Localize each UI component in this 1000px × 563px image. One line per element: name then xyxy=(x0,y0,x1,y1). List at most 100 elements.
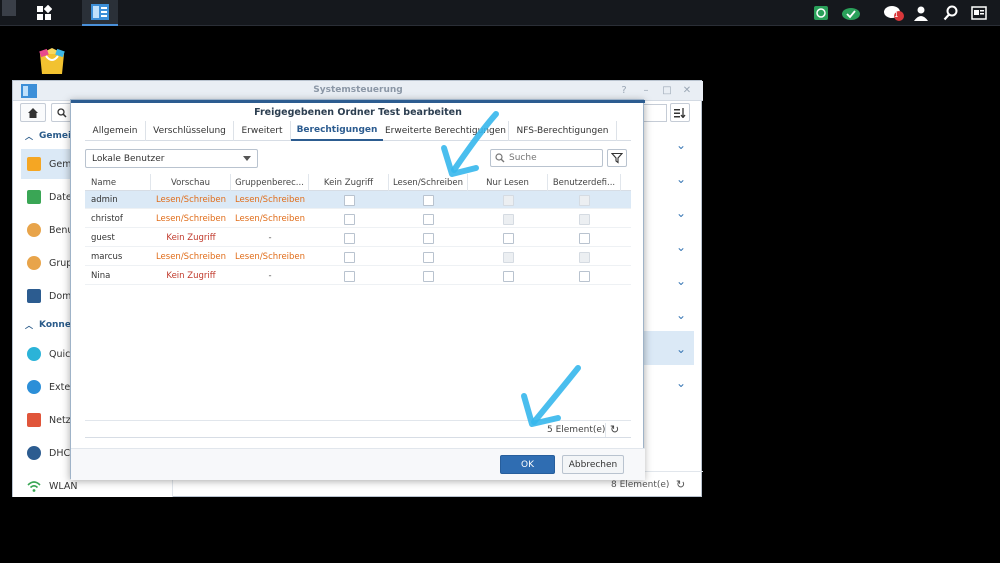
user-icon[interactable] xyxy=(912,4,930,22)
group-permission: - xyxy=(268,271,272,281)
home-icon xyxy=(28,107,38,118)
column-header-read-write[interactable]: Lesen/Schreiben xyxy=(389,174,468,191)
custom-checkbox xyxy=(579,213,590,225)
no-access-checkbox[interactable] xyxy=(343,270,355,282)
table-row[interactable]: guest Kein Zugriff - xyxy=(85,229,631,247)
no-access-checkbox[interactable] xyxy=(343,213,355,225)
cancel-button[interactable]: Abbrechen xyxy=(562,455,624,474)
dhcp-icon xyxy=(27,446,41,460)
edit-shared-folder-dialog: Freigegebenen Ordner Test bearbeiten All… xyxy=(70,99,645,480)
table-header: Name Vorschau Gruppenberec... Kein Zugri… xyxy=(85,174,631,191)
search-icon[interactable] xyxy=(942,4,960,22)
user-name: christof xyxy=(91,214,123,224)
read-write-checkbox[interactable] xyxy=(423,251,434,263)
column-header-read-only[interactable]: Nur Lesen xyxy=(468,174,548,191)
control-panel-icon xyxy=(91,4,109,20)
refresh-icon[interactable]: ↻ xyxy=(605,423,619,437)
preview-permission: Lesen/Schreiben xyxy=(155,252,227,262)
read-write-checkbox[interactable] xyxy=(423,270,434,282)
permissions-table: Name Vorschau Gruppenberec... Kein Zugri… xyxy=(85,174,631,438)
chevron-down-icon[interactable]: ⌄ xyxy=(676,308,690,322)
tab-permissions[interactable]: Berechtigungen xyxy=(291,121,383,141)
custom-checkbox[interactable] xyxy=(579,232,590,244)
group-permission: Lesen/Schreiben xyxy=(234,252,306,262)
chevron-down-icon[interactable]: ⌄ xyxy=(676,342,690,356)
chevron-down-icon[interactable]: ⌄ xyxy=(676,138,690,152)
help-icon[interactable]: ? xyxy=(618,85,630,97)
sort-button[interactable] xyxy=(670,103,690,122)
cloud-sync-icon[interactable] xyxy=(840,4,862,22)
close-icon[interactable]: ✕ xyxy=(681,85,693,97)
table-row[interactable]: christof Lesen/Schreiben Lesen/Schreiben xyxy=(85,210,631,228)
tab-encryption[interactable]: Verschlüsselung xyxy=(146,121,234,141)
share-icon xyxy=(27,157,41,171)
user-name: Nina xyxy=(91,271,111,281)
table-row[interactable]: Nina Kein Zugriff - xyxy=(85,267,631,285)
taskbar: 1 xyxy=(0,0,1000,26)
search-field[interactable] xyxy=(490,149,603,167)
domain-icon xyxy=(27,289,41,303)
network-icon xyxy=(27,413,41,427)
control-panel-titlebar[interactable]: Systemsteuerung ? – □ ✕ xyxy=(13,81,703,101)
show-desktop-icon[interactable] xyxy=(2,0,16,16)
search-icon xyxy=(495,153,505,163)
tab-advanced[interactable]: Erweitert xyxy=(234,121,291,141)
chevron-down-icon[interactable]: ⌄ xyxy=(676,376,690,390)
dialog-tabs: Allgemein Verschlüsselung Erweitert Bere… xyxy=(85,121,631,141)
file-services-icon xyxy=(27,190,41,204)
table-row[interactable]: admin Lesen/Schreiben Lesen/Schreiben xyxy=(85,191,631,209)
panel-filter-input[interactable] xyxy=(643,104,667,122)
maximize-icon[interactable]: □ xyxy=(661,85,673,97)
notifications-icon[interactable]: 1 xyxy=(882,4,906,22)
read-only-checkbox[interactable] xyxy=(502,270,514,282)
read-only-checkbox xyxy=(502,213,514,225)
chevron-down-icon[interactable]: ⌄ xyxy=(676,206,690,220)
main-menu-button[interactable] xyxy=(28,0,60,26)
group-permission: Lesen/Schreiben xyxy=(234,195,306,205)
widgets-icon[interactable] xyxy=(970,4,988,22)
dialog-footer: OK Abbrechen xyxy=(71,448,645,480)
read-write-checkbox[interactable] xyxy=(423,213,434,225)
user-name: guest xyxy=(91,233,115,243)
read-only-checkbox[interactable] xyxy=(502,232,514,244)
read-write-checkbox[interactable] xyxy=(423,194,434,206)
notification-badge: 1 xyxy=(894,11,899,19)
column-header-custom[interactable]: Benutzerdefi... xyxy=(548,174,621,191)
external-access-icon xyxy=(27,380,41,394)
home-button[interactable] xyxy=(20,103,46,122)
search-input[interactable] xyxy=(509,153,594,163)
column-header-name[interactable]: Name xyxy=(85,174,151,191)
package-center-desktop-icon[interactable] xyxy=(36,44,68,76)
chevron-down-icon[interactable]: ⌄ xyxy=(676,274,690,288)
column-header-preview[interactable]: Vorschau xyxy=(151,174,231,191)
tab-general[interactable]: Allgemein xyxy=(85,121,146,141)
no-access-checkbox[interactable] xyxy=(343,232,355,244)
user-name: admin xyxy=(91,195,118,205)
column-header-group-permission[interactable]: Gruppenberec... xyxy=(231,174,309,191)
user-name: marcus xyxy=(91,252,123,262)
chevron-down-icon[interactable]: ⌄ xyxy=(676,240,690,254)
chevron-up-icon: ︿ xyxy=(25,320,33,330)
custom-checkbox xyxy=(579,194,590,206)
table-row[interactable]: marcus Lesen/Schreiben Lesen/Schreiben xyxy=(85,248,631,266)
custom-checkbox[interactable] xyxy=(579,270,590,282)
minimize-icon[interactable]: – xyxy=(640,85,652,97)
no-access-checkbox[interactable] xyxy=(343,194,355,206)
column-header-no-access[interactable]: Kein Zugriff xyxy=(309,174,389,191)
chevron-down-icon[interactable]: ⌄ xyxy=(676,172,690,186)
tab-advanced-permissions[interactable]: Erweiterte Berechtigungen xyxy=(383,121,509,141)
preview-permission: Lesen/Schreiben xyxy=(155,195,227,205)
user-type-select[interactable]: Lokale Benutzer xyxy=(85,149,258,168)
filter-button[interactable] xyxy=(607,149,627,167)
read-write-checkbox[interactable] xyxy=(423,232,434,244)
resource-monitor-icon[interactable] xyxy=(812,4,830,22)
caret-down-icon xyxy=(243,156,251,161)
refresh-icon[interactable]: ↻ xyxy=(676,478,685,491)
taskbar-control-panel-button[interactable] xyxy=(82,0,118,26)
dialog-title: Freigegebenen Ordner Test bearbeiten xyxy=(254,107,462,118)
ok-button[interactable]: OK xyxy=(500,455,555,474)
desktop: 1 Systemsteuerung ? – □ ✕ ︿ Gemein Geme … xyxy=(0,0,1000,563)
no-access-checkbox[interactable] xyxy=(343,251,355,263)
user-type-select-value: Lokale Benutzer xyxy=(92,153,165,164)
tab-nfs-permissions[interactable]: NFS-Berechtigungen xyxy=(509,121,617,141)
